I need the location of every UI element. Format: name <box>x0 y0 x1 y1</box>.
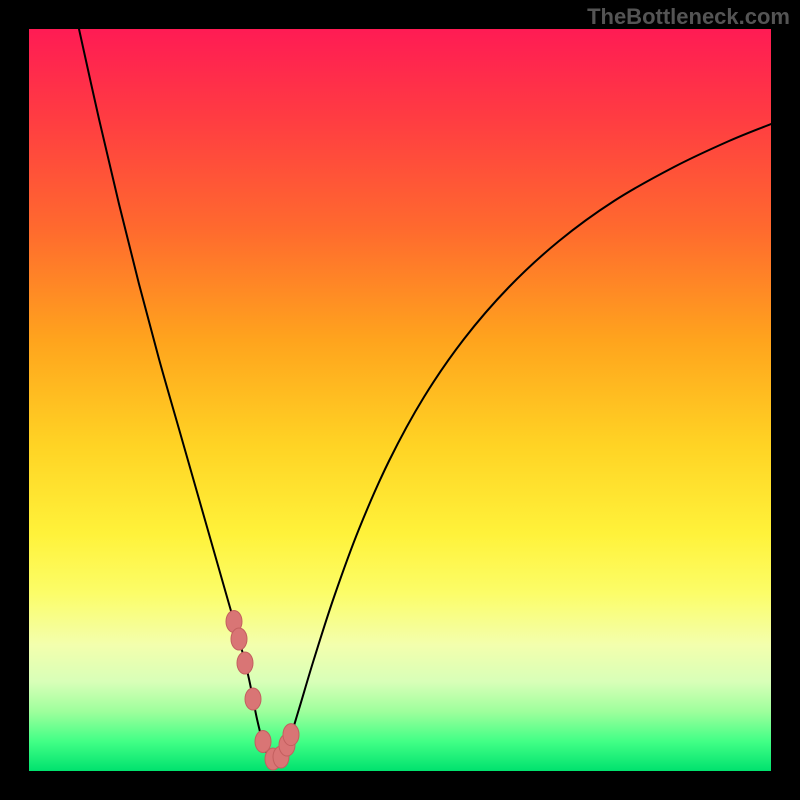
bead <box>237 652 253 674</box>
curve-beads <box>226 611 299 771</box>
chart-stage: TheBottleneck.com <box>0 0 800 800</box>
watermark: TheBottleneck.com <box>587 4 790 30</box>
bead <box>283 724 299 746</box>
bottleneck-curve <box>79 29 771 760</box>
curve-layer <box>29 29 771 771</box>
bead <box>245 688 261 710</box>
plot-area <box>29 29 771 771</box>
bead <box>231 628 247 650</box>
